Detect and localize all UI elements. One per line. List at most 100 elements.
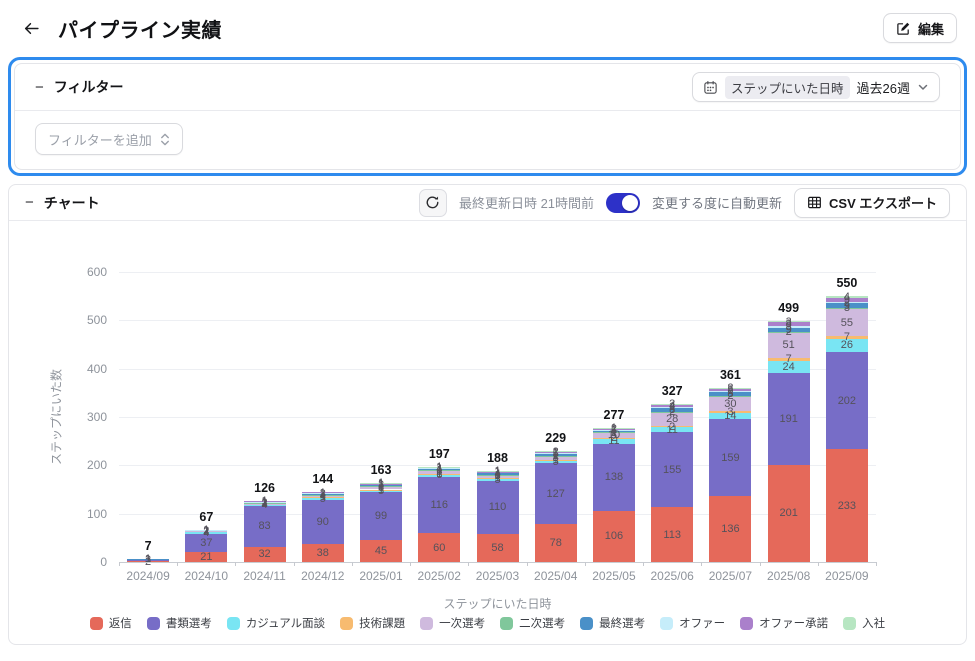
add-filter-button[interactable]: フィルターを追加 xyxy=(35,123,183,155)
segment-value-label: 1 xyxy=(552,445,559,458)
segment-value-label: 106 xyxy=(604,530,624,543)
date-filter-value: 過去26週 xyxy=(856,80,910,96)
topbar: パイプライン実績 編集 xyxy=(0,0,975,57)
edit-button[interactable]: 編集 xyxy=(882,13,957,43)
segment-value-label: 136 xyxy=(721,523,740,536)
segment-value-label: 110 xyxy=(488,501,507,514)
legend-swatch xyxy=(226,616,240,630)
legend-swatch xyxy=(420,616,434,630)
refresh-button[interactable] xyxy=(418,188,447,217)
bar-total-label: 499 xyxy=(778,300,800,315)
x-tick-label: 2024/11 xyxy=(243,569,286,583)
legend-item: 二次選考 xyxy=(500,615,565,631)
legend-label: 技術課題 xyxy=(359,618,406,630)
filter-title-label: フィルター xyxy=(53,79,124,95)
x-axis-tick-mark xyxy=(293,562,295,566)
x-axis-tick-mark xyxy=(643,562,645,566)
bar-total-label: 144 xyxy=(312,472,334,487)
edit-button-label: 編集 xyxy=(917,21,944,37)
segment-value-label: 45 xyxy=(374,545,388,558)
legend-item: カジュアル面談 xyxy=(226,615,325,631)
selector-updown-icon xyxy=(160,133,170,146)
csv-export-label: CSV エクスポート xyxy=(829,196,937,211)
chart-legend: 返信 書類選考 カジュアル面談 技術課題 一次選考 二次選考 最終選考 オファー オファー承諾 入… xyxy=(9,615,966,631)
auto-update-toggle[interactable] xyxy=(606,192,641,213)
segment-value-label: 1 xyxy=(145,552,152,565)
x-axis-title: ステップにいた日時 xyxy=(443,597,552,611)
legend-item: オファー xyxy=(660,615,725,631)
x-axis-tick-mark xyxy=(701,562,703,566)
filter-collapse-button[interactable]: − xyxy=(35,80,44,95)
filter-panel: − フィルター ステップにいた日時 過去26週 フィルターを追加 xyxy=(14,63,961,170)
segment-value-label: 116 xyxy=(430,498,449,511)
bar-total-label: 67 xyxy=(199,509,214,524)
back-arrow-icon xyxy=(23,20,40,37)
segment-value-label: 60 xyxy=(433,541,446,554)
x-axis-tick-mark xyxy=(876,562,877,566)
legend-swatch xyxy=(843,616,857,630)
segment-value-label: 7 xyxy=(843,331,850,344)
y-tick-label: 100 xyxy=(86,506,107,521)
legend-label: 入社 xyxy=(862,618,886,630)
segment-value-label: 1 xyxy=(436,461,443,474)
segment-value-label: 233 xyxy=(837,499,857,512)
x-axis-tick-mark xyxy=(759,562,761,566)
x-tick-label: 2025/07 xyxy=(708,569,753,583)
x-axis-tick-mark xyxy=(119,562,120,566)
legend-swatch xyxy=(89,616,103,630)
legend-item: 技術課題 xyxy=(340,615,405,631)
filter-section-title: − フィルター xyxy=(35,77,124,97)
legend-item: オファー承諾 xyxy=(740,615,828,631)
filter-panel-selection-ring: − フィルター ステップにいた日時 過去26週 フィルターを追加 xyxy=(8,57,967,176)
legend-label: 返信 xyxy=(108,618,132,630)
segment-value-label: 3 xyxy=(785,315,792,328)
x-tick-label: 2025/06 xyxy=(650,569,694,583)
chart-controls: 最終更新日時 21時間前 変更する度に自動更新 CSV エクスポート xyxy=(418,187,950,218)
csv-export-button[interactable]: CSV エクスポート xyxy=(794,187,950,218)
bar-total-label: 361 xyxy=(719,367,741,382)
back-button[interactable] xyxy=(18,15,44,41)
x-tick-label: 2025/03 xyxy=(475,569,520,583)
segment-value-label: 202 xyxy=(837,394,857,407)
filter-panel-body: フィルターを追加 xyxy=(15,111,960,169)
auto-update-label: 変更する度に自動更新 xyxy=(652,196,783,211)
segment-value-label: 113 xyxy=(663,528,681,541)
x-axis-line xyxy=(119,562,876,563)
x-tick-label: 2025/01 xyxy=(359,569,403,583)
table-icon xyxy=(807,195,822,210)
date-filter-button[interactable]: ステップにいた日時 過去26週 xyxy=(692,72,940,102)
date-filter-field-label: ステップにいた日時 xyxy=(725,75,850,99)
legend-swatch xyxy=(500,616,514,630)
segment-value-label: 159 xyxy=(721,451,740,464)
gridline xyxy=(119,272,876,273)
pencil-icon xyxy=(896,21,911,36)
segment-value-label: 99 xyxy=(374,510,388,523)
x-axis-tick-mark xyxy=(817,562,819,566)
segment-value-label: 1 xyxy=(610,422,618,435)
legend-item: 一次選考 xyxy=(420,615,485,631)
y-tick-label: 600 xyxy=(86,265,107,279)
add-filter-button-label: フィルターを追加 xyxy=(48,132,152,148)
stacked-bar-chart: 0100200300400500600ステップにいた数231172024/092… xyxy=(9,221,966,644)
page-title: パイプライン実績 xyxy=(58,19,222,42)
y-axis-title: ステップにいた数 xyxy=(49,368,64,466)
segment-value-label: 1 xyxy=(203,523,210,536)
segment-value-label: 155 xyxy=(663,463,682,476)
x-tick-label: 2025/05 xyxy=(592,569,636,583)
segment-value-label: 7 xyxy=(785,353,792,366)
x-axis-tick-mark xyxy=(235,562,237,566)
segment-value-label: 32 xyxy=(258,548,271,561)
chart-section-title: − チャート xyxy=(25,193,100,213)
segment-value-label: 1 xyxy=(377,477,385,490)
segment-value-label: 4 xyxy=(843,291,850,304)
x-tick-label: 2025/09 xyxy=(825,569,869,583)
x-axis-tick-mark xyxy=(177,562,179,566)
legend-label: 最終選考 xyxy=(599,618,646,630)
segment-value-label: 191 xyxy=(779,412,798,425)
chart-collapse-button[interactable]: − xyxy=(25,195,34,210)
bar-total-label: 277 xyxy=(603,408,625,423)
segment-value-label: 138 xyxy=(604,471,624,484)
legend-item: 最終選考 xyxy=(580,615,645,631)
last-updated-label: 最終更新日時 21時間前 xyxy=(458,196,595,211)
x-tick-label: 2024/09 xyxy=(126,569,170,583)
